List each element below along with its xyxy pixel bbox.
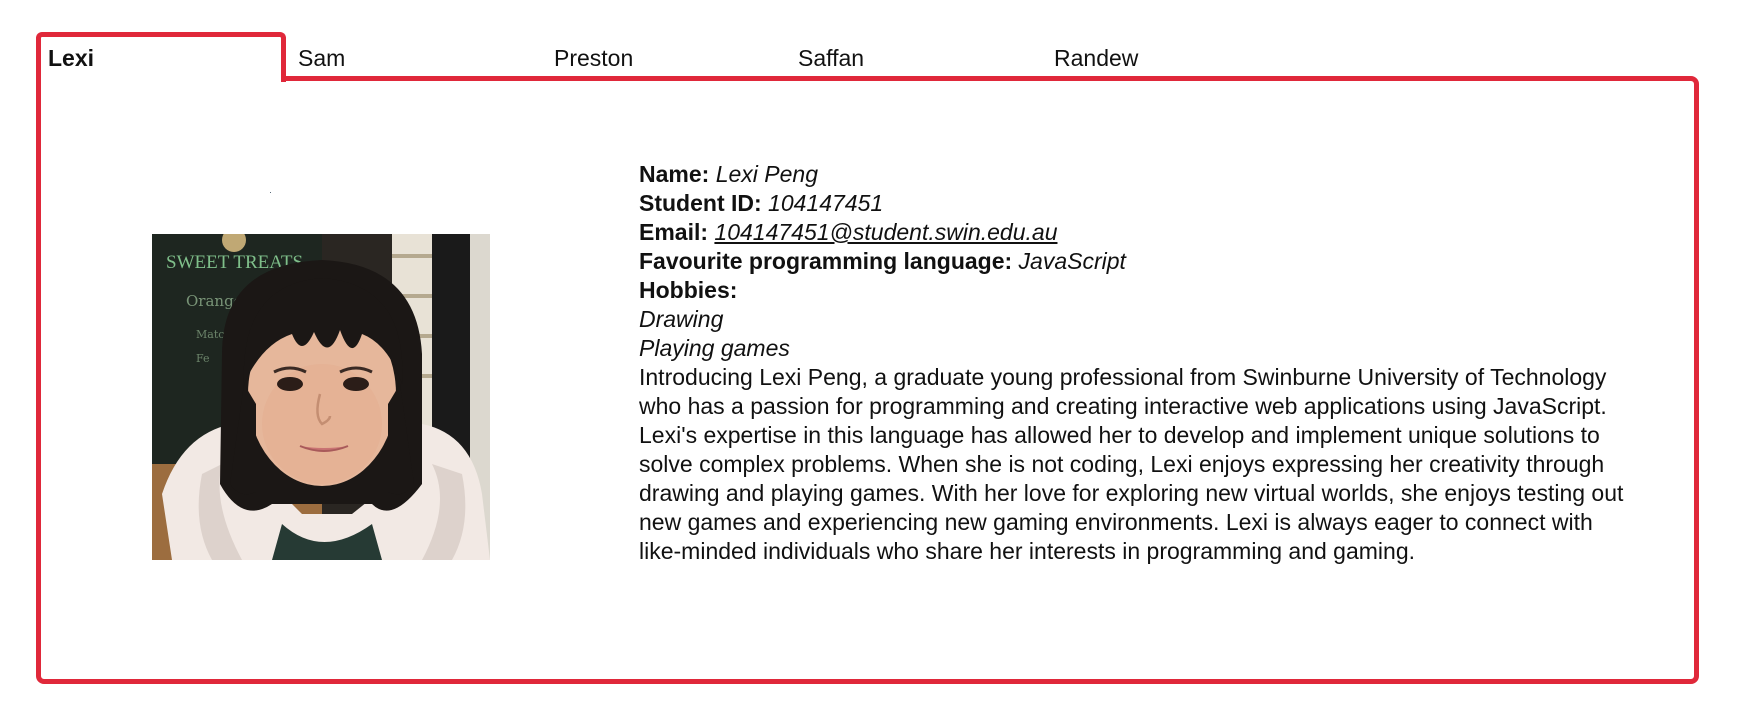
language-row: Favourite programming language: JavaScri…: [639, 247, 1639, 276]
profile-info: Name: Lexi Peng Student ID: 104147451 Em…: [639, 160, 1639, 566]
email-label: Email:: [639, 219, 709, 245]
hobby-item: Drawing: [639, 305, 1639, 334]
tab-saffan[interactable]: Saffan: [798, 32, 1054, 78]
student-id-label: Student ID:: [639, 190, 762, 216]
name-row: Name: Lexi Peng: [639, 160, 1639, 189]
email-row: Email: 104147451@student.swin.edu.au: [639, 218, 1639, 247]
hobby-playing-games: Playing games: [639, 335, 790, 361]
hobbies-label: Hobbies:: [639, 277, 738, 303]
tab-sam[interactable]: Sam: [286, 32, 542, 78]
tab-lexi[interactable]: Lexi: [36, 32, 286, 82]
language-label: Favourite programming language:: [639, 248, 1013, 274]
tab-preston[interactable]: Preston: [554, 32, 810, 78]
hobby-drawing: Drawing: [639, 306, 724, 332]
hobbies-row: Hobbies:: [639, 276, 1639, 305]
decorative-dot: [270, 192, 271, 193]
bio-paragraph: Introducing Lexi Peng, a graduate young …: [639, 364, 1624, 564]
name-label: Name:: [639, 161, 710, 187]
profile-photo: SWEET TREATS Orange Matcha Fe: [152, 234, 490, 560]
svg-text:Fe: Fe: [196, 352, 210, 365]
hobby-item: Playing games: [639, 334, 1639, 363]
student-id-row: Student ID: 104147451: [639, 189, 1639, 218]
student-id-value: 104147451: [768, 190, 884, 216]
tab-randew[interactable]: Randew: [1054, 32, 1310, 78]
name-value: Lexi Peng: [715, 161, 819, 187]
language-value: JavaScript: [1018, 248, 1126, 274]
email-link[interactable]: 104147451@student.swin.edu.au: [714, 219, 1057, 245]
